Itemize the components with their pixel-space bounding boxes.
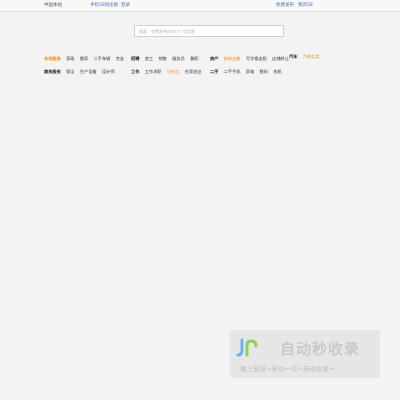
top-bar: 中国本站 手机58同 注册 登录 免费发布 我的58 (0, 0, 400, 12)
category-link[interactable]: 写字楼出租 (246, 56, 267, 61)
category-link[interactable]: 家电 (246, 69, 254, 74)
category-link[interactable]: 工作求职 (145, 69, 162, 74)
category-block-auto: 汽车 汽车买卖 (289, 53, 324, 66)
category-block-local: 本地服务 家政 搬家 二手车辆 交友 商务服务 保洁 生产设备 设计师 (44, 55, 128, 81)
category-head[interactable]: 商务服务 (44, 69, 61, 74)
watermark-banner: 自动秒收录 做上链接→来访一次→自动收录→ (230, 330, 380, 378)
category-link[interactable]: 交友 (116, 56, 124, 61)
category-link[interactable]: 搬家 (80, 56, 88, 61)
category-row: 二手 二手手机 家电 数码 农机 (210, 68, 293, 81)
category-link[interactable]: 二手手机 (224, 69, 241, 74)
category-link[interactable]: 生产设备 (80, 69, 97, 74)
jr-logo-icon (236, 338, 258, 357)
register-link[interactable]: 注册 (109, 0, 118, 11)
category-row: 商务服务 保洁 生产设备 设计师 (44, 68, 128, 81)
my-account-link[interactable]: 我的58 (298, 0, 313, 11)
post-free-link[interactable]: 免费发布 (276, 0, 294, 11)
category-head[interactable]: 二手 (210, 69, 218, 74)
category-row: 工作 工作求职 小时工 在家创业 (131, 68, 206, 81)
category-row: 房产 新房出售 写字楼出租 店铺转让 (210, 55, 293, 68)
category-head[interactable]: 本地服务 (44, 56, 61, 61)
category-link[interactable]: 家政 (66, 56, 74, 61)
category-row: 本地服务 家政 搬家 二手车辆 交友 (44, 55, 128, 68)
category-link[interactable]: 保洁 (66, 69, 74, 74)
watermark-subtitle: 做上链接→来访一次→自动收录→ (240, 365, 335, 373)
category-link[interactable]: 普工 (145, 56, 153, 61)
category-head[interactable]: 招聘 (131, 56, 139, 61)
category-link[interactable]: 设计师 (102, 69, 115, 74)
login-link[interactable]: 登录 (121, 0, 130, 11)
mobile-link[interactable]: 手机58同 (90, 0, 109, 11)
category-link[interactable]: 数码 (260, 69, 268, 74)
category-block-realestate: 房产 新房出售 写字楼出租 店铺转让 二手 二手手机 家电 数码 农机 (210, 55, 293, 81)
category-link[interactable]: 服务员 (172, 56, 185, 61)
category-link[interactable]: 在家创业 (185, 69, 202, 74)
category-link[interactable]: 汽车买卖 (303, 54, 320, 59)
search-input[interactable] (134, 25, 284, 37)
category-link[interactable]: 新房出售 (224, 56, 241, 61)
category-link[interactable]: 销售 (158, 56, 166, 61)
category-link[interactable]: 店铺转让 (272, 56, 289, 61)
category-link[interactable]: 农机 (273, 69, 281, 74)
category-link[interactable]: 小时工 (167, 69, 180, 74)
category-head[interactable]: 汽车 (289, 54, 297, 59)
category-link[interactable]: 二手车辆 (94, 56, 111, 61)
category-row: 汽车 汽车买卖 (289, 53, 324, 66)
watermark-title: 自动秒收录 (280, 340, 361, 358)
category-head[interactable]: 房产 (210, 56, 218, 61)
category-link[interactable]: 兼职 (190, 56, 198, 61)
category-row: 招聘 普工 销售 服务员 兼职 (131, 55, 206, 68)
city-link[interactable]: 中国本站 (44, 0, 62, 11)
category-block-jobs: 招聘 普工 销售 服务员 兼职 工作 工作求职 小时工 在家创业 (131, 55, 206, 81)
category-head[interactable]: 工作 (131, 69, 139, 74)
